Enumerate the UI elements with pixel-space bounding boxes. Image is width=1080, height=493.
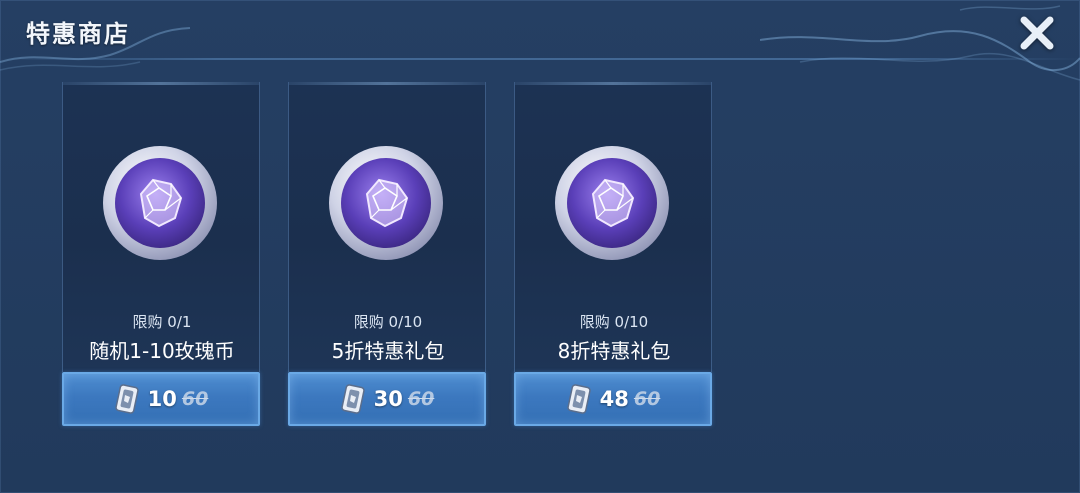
item-name: 随机1-10玫瑰币	[89, 339, 235, 363]
purchase-limit: 限购 0/10	[579, 313, 649, 331]
current-price: 10	[147, 387, 177, 411]
close-icon	[1020, 16, 1054, 50]
current-price: 48	[599, 387, 629, 411]
close-button[interactable]	[1016, 12, 1058, 54]
shop-panel: 特惠商店 限购 0/1 随机1-10玫瑰币 10 60 限购 0/10 5折特惠…	[0, 0, 1080, 493]
rose-coin-icon	[555, 146, 669, 260]
item-name: 5折特惠礼包	[331, 339, 445, 363]
original-price: 60	[633, 388, 661, 410]
shop-item-body[interactable]: 限购 0/10 8折特惠礼包	[514, 82, 712, 372]
purchase-limit: 限购 0/1	[132, 313, 192, 331]
shop-item-card: 限购 0/1 随机1-10玫瑰币 10 60	[62, 82, 260, 428]
shop-item-card: 限购 0/10 8折特惠礼包 48 60	[514, 82, 712, 428]
shop-item-body[interactable]: 限购 0/10 5折特惠礼包	[288, 82, 486, 372]
original-price: 60	[407, 388, 435, 410]
current-price: 30	[373, 387, 403, 411]
page-title: 特惠商店	[26, 20, 130, 48]
rose-coin-icon	[103, 146, 217, 260]
voucher-icon	[340, 384, 365, 414]
header-divider	[0, 58, 1080, 60]
voucher-icon	[566, 384, 591, 414]
buy-button[interactable]: 10 60	[62, 372, 260, 426]
buy-button[interactable]: 30 60	[288, 372, 486, 426]
item-name: 8折特惠礼包	[557, 339, 671, 363]
rose-coin-icon	[329, 146, 443, 260]
buy-button[interactable]: 48 60	[514, 372, 712, 426]
voucher-icon	[114, 384, 139, 414]
original-price: 60	[181, 388, 209, 410]
shop-item-card: 限购 0/10 5折特惠礼包 30 60	[288, 82, 486, 428]
purchase-limit: 限购 0/10	[353, 313, 423, 331]
shop-item-body[interactable]: 限购 0/1 随机1-10玫瑰币	[62, 82, 260, 372]
